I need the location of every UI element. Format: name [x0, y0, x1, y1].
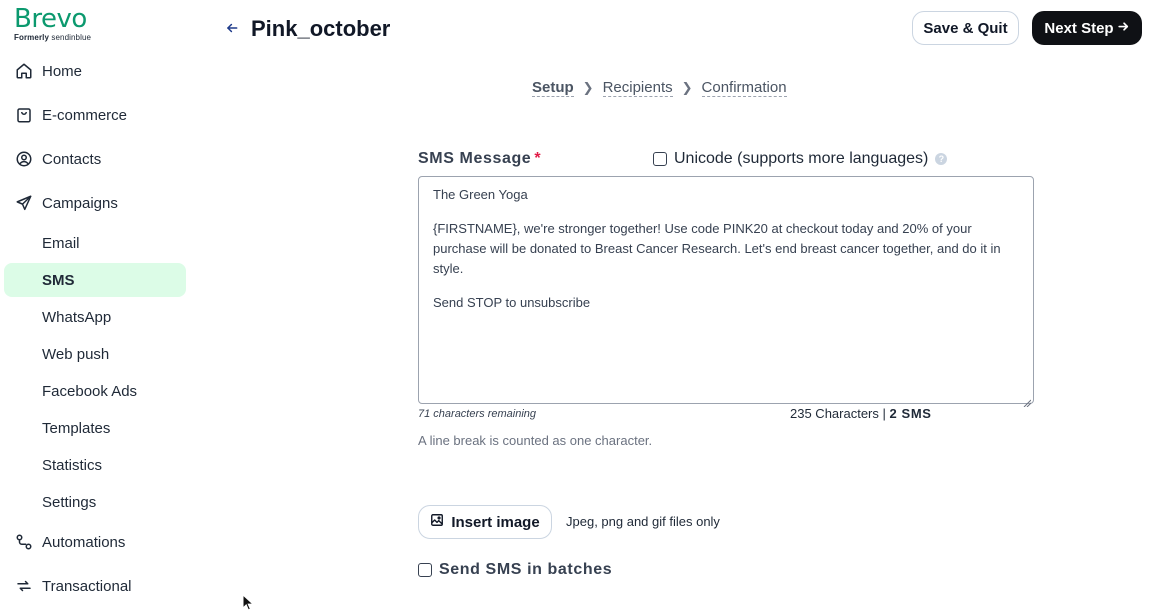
sidebar-item-automations[interactable]: Automations	[14, 525, 125, 559]
automation-icon	[14, 532, 34, 552]
message-body: {FIRSTNAME}, we're stronger together! Us…	[433, 221, 1005, 276]
save-quit-button[interactable]: Save & Quit	[912, 11, 1019, 45]
insert-image-button[interactable]: Insert image	[418, 505, 552, 539]
sidebar-item-transactional[interactable]: Transactional	[14, 569, 132, 603]
sidebar-item-label: Contacts	[42, 150, 102, 168]
character-count: 235 Characters	[790, 406, 879, 421]
sidebar-item-label: Automations	[42, 533, 126, 551]
arrow-left-icon	[225, 21, 239, 40]
sms-count: 2 SMS	[889, 406, 932, 421]
line-break-hint: A line break is counted as one character…	[418, 433, 653, 448]
message-footer: Send STOP to unsubscribe	[433, 295, 591, 310]
shopping-bag-icon	[14, 105, 34, 125]
sidebar-item-campaigns[interactable]: Campaigns	[14, 186, 118, 220]
sidebar-subitem-statistics[interactable]: Statistics	[4, 448, 186, 482]
unicode-option[interactable]: Unicode (supports more languages) ?	[653, 150, 948, 168]
resize-handle-icon[interactable]	[1023, 393, 1032, 408]
characters-remaining: 71 characters remaining	[418, 408, 537, 420]
brevo-logo[interactable]: Brevo Formerly sendinblue	[14, 4, 91, 42]
paper-plane-icon	[14, 193, 34, 213]
image-icon	[430, 513, 444, 531]
sms-message-textarea[interactable]: The Green Yoga {FIRSTNAME}, we're strong…	[418, 176, 1034, 408]
sidebar-subitem-sms[interactable]: SMS	[4, 263, 186, 297]
sidebar-subitem-whatsapp[interactable]: WhatsApp	[4, 300, 186, 334]
breadcrumb-stepper: Setup ❯ Recipients ❯ Confirmation	[532, 79, 787, 97]
home-icon	[14, 61, 34, 81]
unicode-label: Unicode (supports more languages)	[674, 150, 929, 167]
chevron-right-icon: ❯	[681, 80, 693, 95]
insert-image-label: Insert image	[451, 513, 540, 531]
sidebar-item-label: Campaigns	[42, 194, 118, 212]
page-title: Pink_october	[251, 16, 391, 41]
formerly-label: Formerly	[14, 33, 50, 42]
help-icon[interactable]: ?	[935, 153, 948, 165]
sidebar-subitem-templates[interactable]: Templates	[4, 411, 186, 445]
unicode-checkbox[interactable]	[653, 152, 667, 166]
sms-message-label: SMS Message *	[418, 150, 541, 168]
next-step-label: Next Step	[1044, 19, 1114, 37]
sidebar-item-contacts[interactable]: Contacts	[14, 142, 101, 176]
sms-message-label-text: SMS Message	[418, 150, 532, 167]
sidebar-item-label: Home	[42, 62, 83, 80]
arrow-right-icon	[1117, 20, 1130, 37]
step-confirmation[interactable]: Confirmation	[701, 79, 787, 97]
step-recipients[interactable]: Recipients	[602, 79, 673, 97]
logo-formerly: Formerly sendinblue	[14, 33, 91, 42]
step-setup[interactable]: Setup	[532, 79, 574, 97]
mouse-cursor-icon	[242, 593, 255, 610]
image-format-hint: Jpeg, png and gif files only	[566, 514, 720, 529]
next-step-button[interactable]: Next Step	[1032, 11, 1142, 45]
message-sender-line: The Green Yoga	[433, 187, 528, 202]
refresh-icon	[14, 576, 34, 596]
character-counter: 235 Characters | 2 SMS	[790, 406, 932, 421]
send-in-batches-option[interactable]: Send SMS in batches	[418, 561, 612, 579]
sidebar-subitem-settings[interactable]: Settings	[4, 485, 186, 519]
sidebar-subitem-email[interactable]: Email	[4, 226, 186, 260]
chevron-right-icon: ❯	[582, 80, 594, 95]
batches-label: Send SMS in batches	[439, 561, 613, 578]
required-mark: *	[534, 150, 542, 167]
sidebar-item-home[interactable]: Home	[14, 54, 82, 88]
user-circle-icon	[14, 149, 34, 169]
sidebar-item-label: E-commerce	[42, 106, 128, 124]
sidebar-item-label: Transactional	[42, 577, 132, 595]
logo-wordmark: Brevo	[14, 4, 87, 34]
sidebar-subitem-facebook-ads[interactable]: Facebook Ads	[4, 374, 186, 408]
sidebar: Brevo Formerly sendinblue Home E-commerc…	[0, 0, 190, 610]
sidebar-item-ecommerce[interactable]: E-commerce	[14, 98, 127, 132]
back-button[interactable]	[222, 20, 242, 40]
batches-checkbox[interactable]	[418, 563, 432, 577]
formerly-brand: sendinblue	[51, 33, 92, 42]
sidebar-subitem-web-push[interactable]: Web push	[4, 337, 186, 371]
